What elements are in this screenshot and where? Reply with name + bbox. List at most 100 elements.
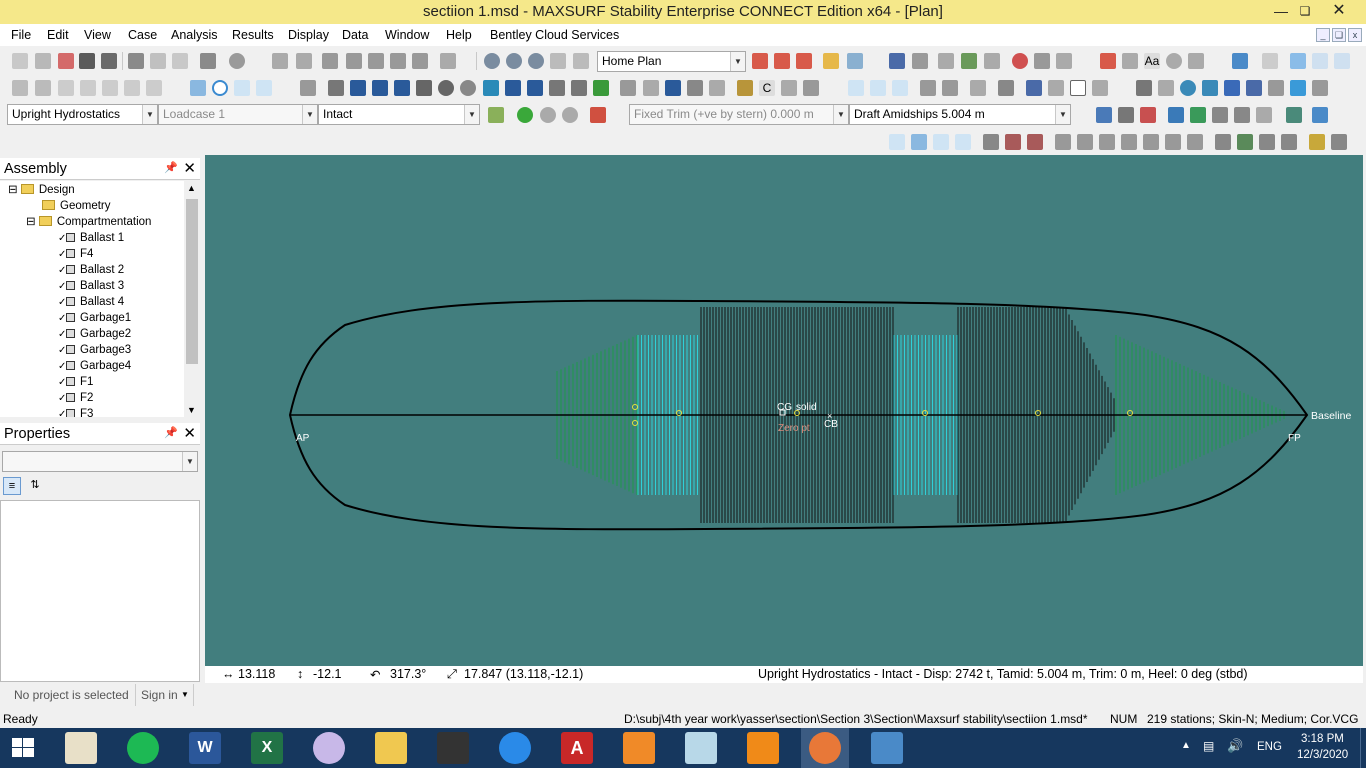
print-icon[interactable] <box>200 53 216 69</box>
language-indicator[interactable]: ENG <box>1257 741 1282 753</box>
circle-view-icon[interactable] <box>212 80 228 96</box>
clock-time[interactable]: 3:18 PM <box>1301 733 1344 745</box>
check-view-icon[interactable] <box>1237 134 1253 150</box>
select-area-icon[interactable] <box>1312 53 1328 69</box>
checkmark-icon[interactable]: ✓ <box>58 263 66 279</box>
analysis-type-select[interactable]: Upright Hydrostatics ▼ <box>7 104 158 125</box>
close-file-icon[interactable] <box>58 53 74 69</box>
tool-g-icon[interactable] <box>146 80 162 96</box>
export-icon[interactable] <box>961 53 977 69</box>
menu-analysis[interactable]: Analysis <box>171 28 218 42</box>
display-d-icon[interactable] <box>1234 107 1250 123</box>
zoom-fit-icon[interactable] <box>528 53 544 69</box>
pause-analysis-icon[interactable] <box>540 107 556 123</box>
menu-help[interactable]: Help <box>446 28 472 42</box>
layout-c-icon[interactable] <box>933 134 949 150</box>
volume-icon[interactable]: 🔊 <box>1227 738 1243 754</box>
properties-object-select[interactable]: ▼ <box>2 451 198 472</box>
menu-file[interactable]: File <box>11 28 31 42</box>
fixed-trim-select[interactable]: Fixed Trim (+ve by stern) 0.000 m ▼ <box>629 104 849 125</box>
display-f-icon[interactable] <box>1286 107 1302 123</box>
display-toggle-icon[interactable] <box>889 53 905 69</box>
table-icon[interactable] <box>272 53 288 69</box>
tree-item-design[interactable]: ⊟ Design <box>8 182 75 198</box>
report-icon[interactable] <box>590 107 606 123</box>
table-view-icon[interactable] <box>1215 134 1231 150</box>
stop-analysis-icon[interactable] <box>562 107 578 123</box>
mdi-close-button[interactable]: x <box>1348 28 1362 42</box>
vessel-c-icon[interactable] <box>372 80 388 96</box>
view-p-icon[interactable] <box>1224 80 1240 96</box>
row-delete-icon[interactable] <box>412 53 428 69</box>
item-c-icon[interactable] <box>665 80 681 96</box>
tree-item-compartment[interactable]: ✓ F2 <box>58 390 93 406</box>
checkmark-icon[interactable]: ✓ <box>58 295 66 311</box>
gear-icon[interactable] <box>1166 53 1182 69</box>
vessel-l-icon[interactable] <box>571 80 587 96</box>
save-icon[interactable] <box>79 53 95 69</box>
maximize-button[interactable]: ❏ <box>1290 0 1320 24</box>
vessel-k-icon[interactable] <box>549 80 565 96</box>
display-a-icon[interactable] <box>1168 107 1184 123</box>
plan-view-canvas[interactable]: × AP FP Baseline CG solid CB Zero pt <box>205 155 1363 666</box>
refresh-icon[interactable] <box>984 53 1000 69</box>
new-icon[interactable] <box>12 53 28 69</box>
plan-viewport[interactable]: × AP FP Baseline CG solid CB Zero pt <box>205 155 1363 666</box>
tray-chevron-icon[interactable]: ▲ <box>1181 740 1191 751</box>
draft-select[interactable]: Draft Amidships 5.004 m ▼ <box>849 104 1071 125</box>
item-g-icon[interactable] <box>781 80 797 96</box>
item-e-icon[interactable] <box>709 80 725 96</box>
scroll-down-icon[interactable]: ▼ <box>187 405 196 415</box>
view-k-icon[interactable] <box>1092 80 1108 96</box>
layout-n-icon[interactable] <box>1187 134 1203 150</box>
windows-start-icon[interactable] <box>12 738 34 758</box>
tree-item-geometry[interactable]: Geometry <box>42 198 111 214</box>
notes-app-icon[interactable] <box>685 732 717 764</box>
graph-view-icon[interactable] <box>1309 134 1325 150</box>
columns-icon[interactable] <box>440 53 456 69</box>
tree-item-compartment[interactable]: ✓ Garbage4 <box>58 358 131 374</box>
select-grid-icon[interactable] <box>1334 53 1350 69</box>
print-view-icon[interactable] <box>1281 134 1297 150</box>
display-b-icon[interactable] <box>1190 107 1206 123</box>
menu-bentley-cloud[interactable]: Bentley Cloud Services <box>490 28 619 42</box>
more-view-icon[interactable] <box>1331 134 1347 150</box>
sort-icon[interactable] <box>322 53 338 69</box>
autocad-app-icon[interactable]: A <box>561 732 593 764</box>
view-r-icon[interactable] <box>1268 80 1284 96</box>
record-icon[interactable] <box>1012 53 1028 69</box>
tool-d-icon[interactable] <box>80 80 96 96</box>
checkmark-icon[interactable]: ✓ <box>58 231 66 247</box>
checkmark-icon[interactable]: ✓ <box>58 359 66 375</box>
vessel-b-icon[interactable] <box>350 80 366 96</box>
scroll-up-icon[interactable]: ▲ <box>187 183 196 193</box>
row-insert-icon[interactable] <box>346 53 362 69</box>
tool-b-icon[interactable] <box>35 80 51 96</box>
layout-f-icon[interactable] <box>1005 134 1021 150</box>
display-c-icon[interactable] <box>1212 107 1228 123</box>
view-select[interactable]: Home Plan ▼ <box>597 51 746 72</box>
checkmark-icon[interactable]: ✓ <box>58 391 66 407</box>
paste-icon[interactable] <box>172 53 188 69</box>
chevron-down-icon[interactable]: ▼ <box>181 690 189 699</box>
display-g-icon[interactable] <box>1312 107 1328 123</box>
word-app-icon[interactable]: W <box>189 732 221 764</box>
tool-e-icon[interactable] <box>102 80 118 96</box>
show-desktop-button[interactable] <box>1360 728 1366 768</box>
pdf-app-icon[interactable] <box>623 732 655 764</box>
menu-view[interactable]: View <box>84 28 111 42</box>
collapse-icon[interactable]: ⊟ <box>8 184 21 196</box>
view-i-icon[interactable] <box>1048 80 1064 96</box>
layout-i-icon[interactable] <box>1077 134 1093 150</box>
settings-a-icon[interactable] <box>1034 53 1050 69</box>
display-e-icon[interactable] <box>1256 107 1272 123</box>
layout-l-icon[interactable] <box>1143 134 1159 150</box>
tree-item-compartment[interactable]: ✓ Ballast 4 <box>58 294 124 310</box>
tree-item-compartment[interactable]: ✓ Ballast 3 <box>58 278 124 294</box>
criteria-a-icon[interactable] <box>1096 107 1112 123</box>
tool-a-icon[interactable] <box>12 80 28 96</box>
unknown-app-icon[interactable] <box>437 732 469 764</box>
menu-results[interactable]: Results <box>232 28 274 42</box>
menu-display[interactable]: Display <box>288 28 329 42</box>
pin-icon[interactable]: 📌 <box>164 426 178 439</box>
